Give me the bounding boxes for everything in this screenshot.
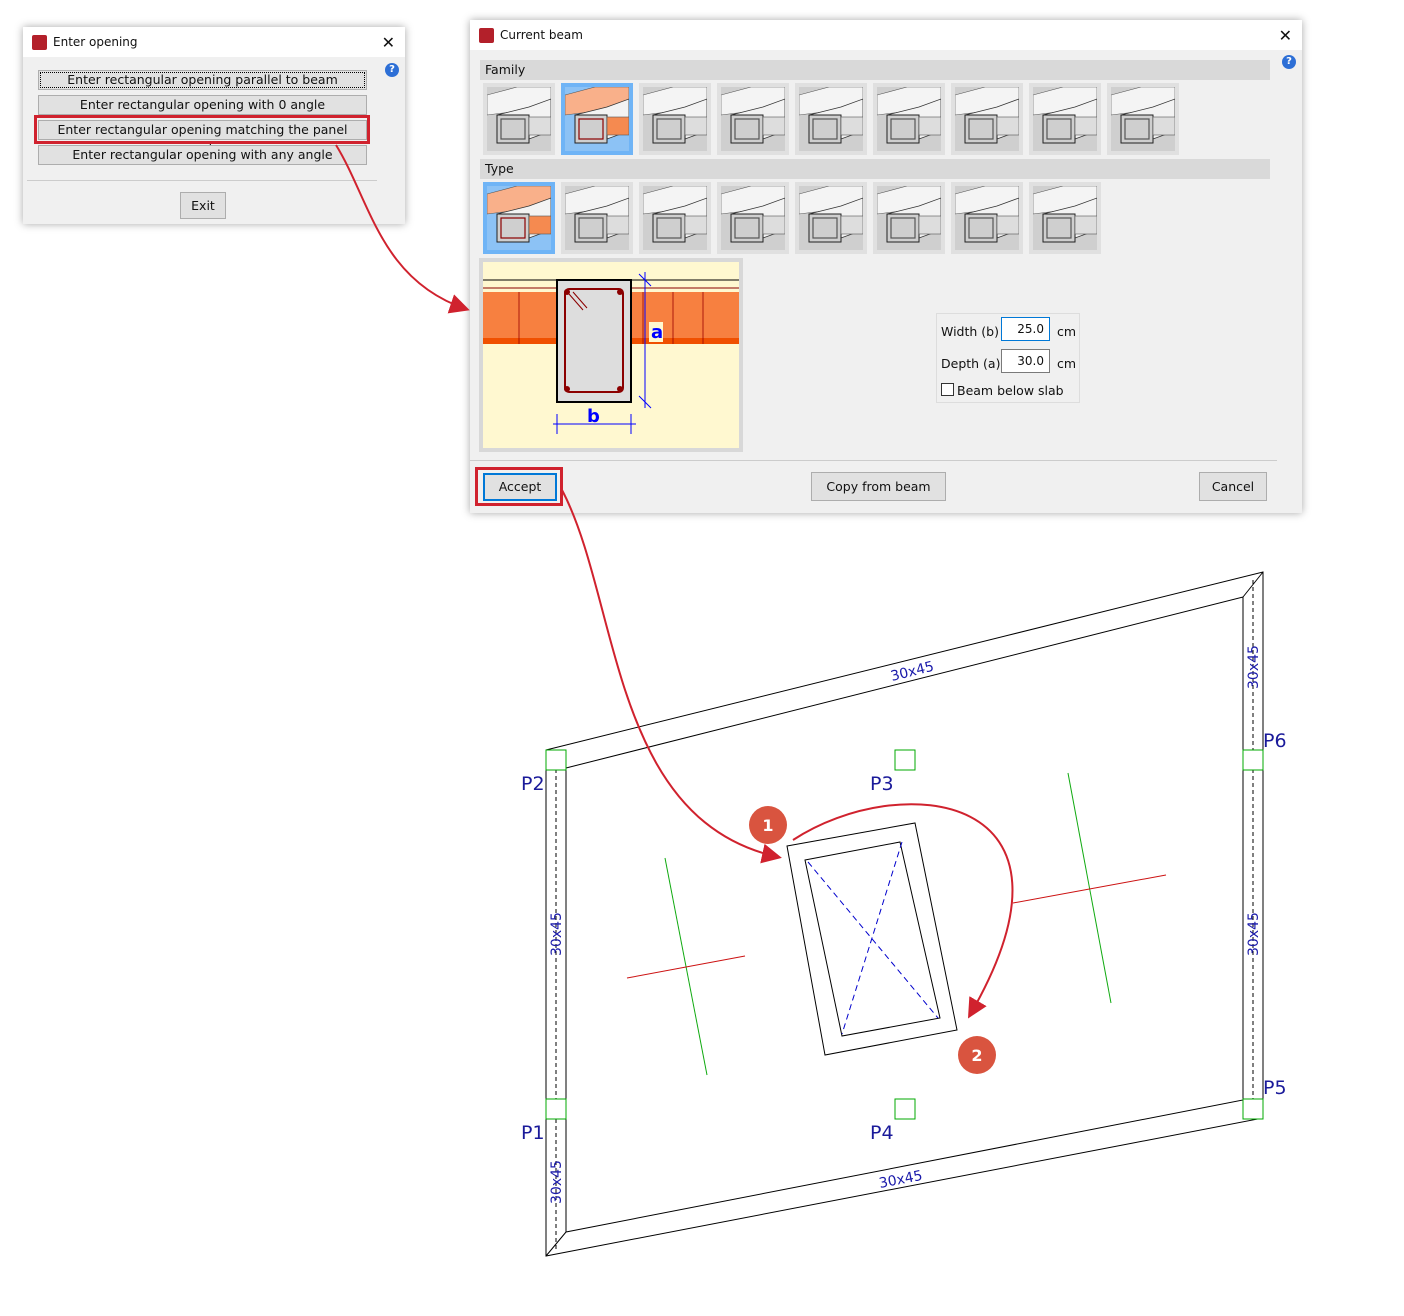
cancel-button[interactable]: Cancel bbox=[1199, 472, 1267, 501]
width-input[interactable]: 25.0 bbox=[1001, 317, 1050, 341]
slab-panel-inner bbox=[565, 596, 1244, 1233]
dialog-title: Current beam bbox=[500, 28, 583, 42]
section-diagram: a b bbox=[479, 258, 743, 452]
help-icon[interactable]: ? bbox=[385, 63, 399, 77]
family-option[interactable] bbox=[717, 83, 789, 155]
beam-icon bbox=[1033, 87, 1097, 151]
family-option[interactable] bbox=[1107, 83, 1179, 155]
column-label-p3: P3 bbox=[870, 773, 894, 795]
app-icon bbox=[479, 27, 494, 43]
close-icon[interactable]: ✕ bbox=[1279, 26, 1292, 45]
beam-icon bbox=[487, 87, 551, 151]
copy-from-beam-button[interactable]: Copy from beam bbox=[811, 472, 946, 501]
beam-label: 30x45 bbox=[549, 1160, 565, 1204]
type-option[interactable] bbox=[717, 182, 789, 254]
beam-icon bbox=[721, 186, 785, 250]
depth-input[interactable]: 30.0 bbox=[1001, 349, 1050, 373]
beam-below-slab-label[interactable]: Beam below slab bbox=[957, 383, 1064, 398]
beam-label: 30x45 bbox=[878, 1168, 924, 1192]
beam-icon bbox=[1033, 186, 1097, 250]
option-zero-angle[interactable]: Enter rectangular opening with 0 angle bbox=[38, 95, 367, 115]
beam-icon bbox=[721, 87, 785, 151]
beam-label: 30x45 bbox=[889, 659, 935, 685]
beam-icon bbox=[565, 186, 629, 250]
diagram-label-b: b bbox=[587, 406, 600, 427]
beam-icon bbox=[1111, 87, 1175, 151]
family-option[interactable] bbox=[1029, 83, 1101, 155]
beam-icon bbox=[877, 87, 941, 151]
family-option[interactable] bbox=[951, 83, 1023, 155]
slab-panel-outline bbox=[545, 571, 1264, 1257]
opening-inner bbox=[804, 841, 941, 1037]
beam-section-diagram: a b bbox=[483, 262, 739, 448]
column-label-p4: P4 bbox=[870, 1122, 894, 1144]
beam-icon bbox=[877, 186, 941, 250]
type-option[interactable] bbox=[561, 182, 633, 254]
step-badge-1: 1 bbox=[749, 806, 787, 844]
family-header: Family bbox=[480, 60, 1270, 80]
title-bar: Current beam bbox=[470, 20, 1302, 50]
type-option[interactable] bbox=[483, 182, 555, 254]
beam-icon bbox=[643, 186, 707, 250]
svg-text:1: 1 bbox=[762, 816, 773, 835]
beam-below-slab-checkbox[interactable] bbox=[941, 383, 954, 396]
family-option[interactable] bbox=[795, 83, 867, 155]
highlight-box bbox=[34, 115, 370, 144]
beam-icon bbox=[955, 87, 1019, 151]
step-badge-2: 2 bbox=[958, 1036, 996, 1074]
family-option[interactable] bbox=[483, 83, 555, 155]
family-option[interactable] bbox=[873, 83, 945, 155]
rotation-arrow bbox=[792, 803, 1014, 1019]
column-label-p6: P6 bbox=[1263, 730, 1287, 752]
close-icon[interactable]: ✕ bbox=[382, 33, 395, 52]
diagram-label-a: a bbox=[651, 322, 663, 343]
option-parallel-to-beam[interactable]: Enter rectangular opening parallel to be… bbox=[38, 70, 367, 90]
dimensions-group: Width (b) 25.0 cm Depth (a) 30.0 cm Beam… bbox=[936, 313, 1080, 403]
beam-icon bbox=[799, 87, 863, 151]
beam-icon bbox=[799, 186, 863, 250]
current-beam-dialog: Current beam ✕ ? Family Type a b Width (… bbox=[470, 20, 1302, 513]
option-any-angle[interactable]: Enter rectangular opening with any angle bbox=[38, 145, 367, 165]
width-unit: cm bbox=[1057, 324, 1077, 339]
column-label-p2: P2 bbox=[521, 773, 545, 795]
type-option[interactable] bbox=[951, 182, 1023, 254]
annotation-arrow bbox=[561, 489, 782, 864]
beam-icon bbox=[565, 87, 629, 151]
depth-label: Depth (a) bbox=[941, 356, 1001, 371]
highlight-box bbox=[475, 467, 563, 506]
depth-unit: cm bbox=[1057, 356, 1077, 371]
type-option[interactable] bbox=[795, 182, 867, 254]
enter-opening-dialog: Enter opening ✕ ? Enter rectangular open… bbox=[23, 27, 405, 224]
exit-button[interactable]: Exit bbox=[180, 192, 226, 219]
beam-label: 30x45 bbox=[549, 912, 565, 956]
opening-outer bbox=[786, 822, 958, 1056]
type-header: Type bbox=[480, 159, 1270, 179]
beam-label: 30x45 bbox=[1246, 645, 1262, 689]
family-option[interactable] bbox=[561, 83, 633, 155]
beam-icon bbox=[487, 186, 551, 250]
beam-icon bbox=[643, 87, 707, 151]
app-icon bbox=[32, 34, 47, 50]
dialog-title: Enter opening bbox=[53, 35, 138, 49]
divider bbox=[27, 180, 377, 181]
family-option[interactable] bbox=[639, 83, 711, 155]
type-option[interactable] bbox=[639, 182, 711, 254]
column-label-p5: P5 bbox=[1263, 1077, 1287, 1099]
title-bar: Enter opening bbox=[23, 27, 405, 57]
column-label-p1: P1 bbox=[521, 1122, 545, 1144]
help-icon[interactable]: ? bbox=[1282, 55, 1296, 69]
type-option[interactable] bbox=[873, 182, 945, 254]
svg-text:2: 2 bbox=[971, 1046, 982, 1065]
width-label: Width (b) bbox=[941, 324, 999, 339]
divider bbox=[470, 460, 1277, 461]
beam-icon bbox=[955, 186, 1019, 250]
type-option[interactable] bbox=[1029, 182, 1101, 254]
beam-label: 30x45 bbox=[1246, 912, 1262, 956]
